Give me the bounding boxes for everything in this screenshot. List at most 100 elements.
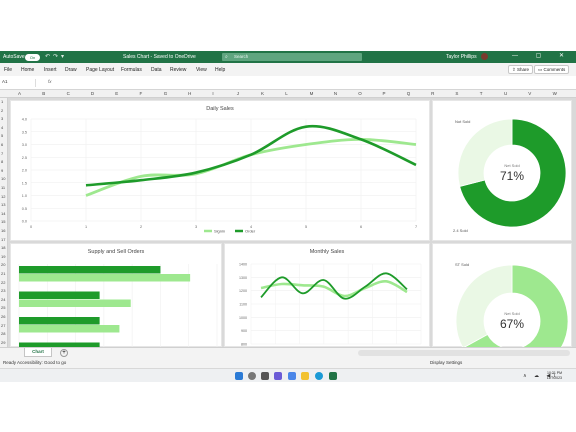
widgets-icon[interactable] (274, 372, 282, 380)
clock[interactable]: 10:21 PM 11/7/2023 (547, 371, 562, 380)
column-header[interactable]: N (334, 91, 337, 96)
menu-help[interactable]: Help (215, 67, 225, 73)
add-sheet-button[interactable]: + (60, 349, 68, 357)
column-header[interactable]: M (310, 91, 314, 96)
menu-insert[interactable]: Insert (44, 67, 57, 73)
autosave-toggle[interactable]: On (25, 53, 40, 61)
menu-review[interactable]: Review (170, 67, 186, 73)
column-header[interactable]: D (91, 91, 94, 96)
excel-window: AutoSave On ↶↷▾ Sales Chart - Saved to O… (0, 51, 576, 382)
row-header[interactable]: 13 (1, 202, 5, 207)
supply-sell-chart[interactable]: Supply and Sell Orders (10, 243, 222, 348)
row-header[interactable]: 7 (1, 151, 3, 156)
comments-button[interactable]: ▭ Comments (534, 65, 570, 74)
row-header[interactable]: 29 (1, 340, 5, 345)
status-left: Ready Accessibility: Good to go (3, 360, 67, 365)
row-header[interactable]: 5 (1, 133, 3, 138)
search-placeholder: Search (234, 54, 249, 59)
window-controls[interactable]: — ▢ ✕ (512, 52, 572, 59)
row-header[interactable]: 14 (1, 211, 5, 216)
start-icon[interactable] (235, 372, 243, 380)
row-header[interactable]: 15 (1, 219, 5, 224)
column-header[interactable]: B (42, 91, 45, 96)
donut-chart-71[interactable]: Net Sold 71% Not Sold 2.4 Sold (432, 100, 572, 241)
column-header[interactable]: T (480, 91, 483, 96)
avatar[interactable] (481, 53, 488, 60)
row-header[interactable]: 28 (1, 331, 5, 336)
search-box[interactable]: ⌕ Search (222, 53, 362, 61)
column-header[interactable]: W (553, 91, 557, 96)
row-header[interactable]: 4 (1, 125, 3, 130)
column-header[interactable]: Q (407, 91, 411, 96)
display-settings[interactable]: Display Settings (430, 360, 462, 365)
user-name[interactable]: Taylor Phillips (446, 54, 477, 60)
bar-supply (19, 291, 100, 299)
row-header[interactable]: 20 (1, 262, 5, 267)
menu-data[interactable]: Data (151, 67, 162, 73)
column-header[interactable]: K (261, 91, 264, 96)
task-view-icon[interactable] (261, 372, 269, 380)
monthly-sales-chart[interactable]: Monthly Sales 800 900 1000 1100 1200 1300 1400 (224, 243, 430, 347)
donut-slice-label: Not Sold (455, 119, 470, 124)
column-header[interactable]: A (18, 91, 21, 96)
row-header[interactable]: 9 (1, 168, 3, 173)
sheet-tab-chart[interactable]: Chart (24, 348, 52, 357)
y-tick-label: 0.5 (22, 207, 27, 211)
column-header[interactable]: H (188, 91, 191, 96)
row-header[interactable]: 18 (1, 245, 5, 250)
column-header[interactable]: G (164, 91, 168, 96)
row-header[interactable]: 25 (1, 305, 5, 310)
row-header[interactable]: 17 (1, 237, 5, 242)
column-header[interactable]: F (140, 91, 143, 96)
column-header[interactable]: E (115, 91, 118, 96)
donut-chart-67[interactable]: Net Sold 67% ST Sold (432, 243, 572, 348)
horizontal-scrollbar[interactable] (358, 350, 570, 356)
quick-access-icons[interactable]: ↶↷▾ (45, 53, 67, 60)
column-header[interactable]: V (528, 91, 531, 96)
column-header[interactable]: R (431, 91, 434, 96)
column-header[interactable]: P (383, 91, 386, 96)
row-header[interactable]: 11 (1, 185, 5, 190)
row-header[interactable]: 8 (1, 159, 3, 164)
file-explorer-icon[interactable] (301, 372, 309, 380)
edge-icon[interactable] (315, 372, 323, 380)
name-box[interactable]: A1 (0, 79, 36, 87)
ribbon-menu: File Home Insert Draw Page Layout Formul… (0, 63, 576, 76)
daily-sales-chart[interactable]: Daily Sales 0.0 0.5 1.0 1.5 2.0 2.5 3.0 3.5 4.0 0… (10, 100, 430, 241)
row-header[interactable]: 26 (1, 314, 5, 319)
document-title: Sales Chart - Saved to OneDrive (123, 54, 196, 60)
row-header[interactable]: 6 (1, 142, 3, 147)
row-headers: 1 2 3 4 5 6 7 8 9 10 11 12 13 14 15 16 17 18 19 20 21 22 23 24 2… (0, 98, 8, 347)
row-header[interactable]: 23 (1, 288, 5, 293)
chat-icon[interactable] (288, 372, 296, 380)
row-header[interactable]: 19 (1, 254, 5, 259)
row-header[interactable]: 16 (1, 228, 5, 233)
column-header[interactable]: S (455, 91, 458, 96)
column-header[interactable]: C (67, 91, 70, 96)
row-header[interactable]: 1 (1, 99, 3, 104)
line-chart-svg: 0.00.51.01.52.02.53.03.54.00 1 2 3 4 5 6 7Signi… (22, 118, 417, 234)
menu-formulas[interactable]: Formulas (121, 67, 142, 73)
row-header[interactable]: 22 (1, 280, 5, 285)
share-button[interactable]: ⇪ Share (508, 65, 534, 74)
column-header[interactable]: I (212, 91, 213, 96)
row-header[interactable]: 24 (1, 297, 5, 302)
legend-label: Order (245, 229, 256, 234)
row-header[interactable]: 2 (1, 108, 3, 113)
excel-icon[interactable] (329, 372, 337, 380)
row-header[interactable]: 3 (1, 116, 3, 121)
menu-view[interactable]: View (196, 67, 207, 73)
menu-page-layout[interactable]: Page Layout (86, 67, 114, 73)
menu-home[interactable]: Home (21, 67, 34, 73)
menu-draw[interactable]: Draw (65, 67, 77, 73)
column-header[interactable]: L (285, 91, 288, 96)
row-header[interactable]: 21 (1, 271, 5, 276)
menu-file[interactable]: File (4, 67, 12, 73)
row-header[interactable]: 10 (1, 176, 5, 181)
column-header[interactable]: J (237, 91, 239, 96)
column-header[interactable]: O (358, 91, 362, 96)
column-header[interactable]: U (504, 91, 507, 96)
search-icon[interactable] (248, 372, 256, 380)
row-header[interactable]: 27 (1, 323, 5, 328)
row-header[interactable]: 12 (1, 194, 5, 199)
